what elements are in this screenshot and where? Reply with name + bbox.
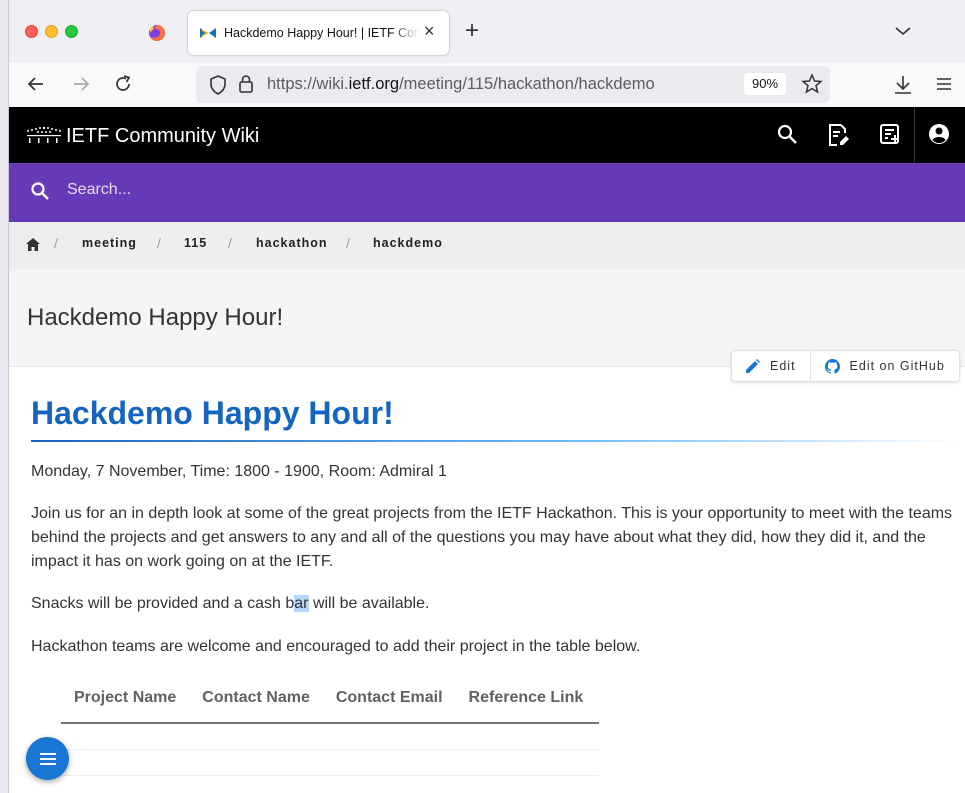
projects-table: Project Name Contact Name Contact Email … — [61, 684, 599, 776]
forward-arrow-icon[interactable] — [71, 74, 91, 94]
edit-page-icon[interactable] — [827, 123, 849, 147]
download-icon[interactable] — [893, 74, 913, 96]
firefox-icon[interactable] — [148, 24, 166, 42]
table-row — [61, 750, 599, 776]
tab-title: Hackdemo Happy Hour! | IETF Community Wi… — [224, 26, 420, 40]
edit-button[interactable]: Edit — [732, 351, 810, 381]
table-of-contents-button[interactable] — [26, 737, 69, 780]
edit-actions: Edit Edit on GitHub — [731, 350, 960, 382]
table-header: Project Name Contact Name Contact Email … — [61, 684, 599, 724]
article-content: Hackdemo Happy Hour! Monday, 7 November,… — [31, 395, 961, 659]
selected-text: ar — [294, 595, 309, 612]
search-icon — [31, 182, 49, 200]
account-icon[interactable] — [928, 123, 950, 145]
ietf-logo-icon[interactable] — [24, 126, 64, 144]
schedule-text: Monday, 7 November, Time: 1800 - 1900, R… — [31, 463, 447, 480]
url-prefix: https://wiki. — [267, 75, 349, 93]
site-header: IETF Community Wiki — [9, 107, 965, 163]
url-domain: ietf.org — [348, 75, 400, 93]
active-tab[interactable]: Hackdemo Happy Hour! | IETF Community Wi… — [188, 11, 449, 55]
column-header-reference-link: Reference Link — [468, 689, 584, 706]
breadcrumb-separator: / — [346, 235, 350, 251]
breadcrumb-item-meeting[interactable]: meeting — [82, 236, 137, 250]
table-row — [61, 724, 599, 750]
breadcrumb-separator: / — [228, 235, 232, 251]
breadcrumb-item-115[interactable]: 115 — [184, 236, 207, 250]
search-bar — [9, 163, 965, 222]
bookmark-star-icon[interactable] — [801, 73, 823, 95]
breadcrumb-item-hackdemo[interactable]: hackdemo — [373, 236, 443, 250]
list-menu-icon — [39, 752, 56, 765]
reload-icon[interactable] — [113, 74, 133, 94]
url-path: /meeting/115/hackathon/hackdemo — [399, 75, 655, 93]
snacks-paragraph: Snacks will be provided and a cash bar w… — [31, 592, 961, 616]
column-header-project-name: Project Name — [74, 689, 177, 706]
page-title: Hackdemo Happy Hour! — [27, 304, 284, 331]
zoom-level-button[interactable]: 90% — [744, 73, 786, 95]
zoom-window-button[interactable] — [65, 25, 78, 38]
article-heading: Hackdemo Happy Hour! — [31, 395, 394, 431]
minimize-window-button[interactable] — [45, 25, 58, 38]
site-title[interactable]: IETF Community Wiki — [66, 125, 259, 148]
edit-on-github-button[interactable]: Edit on GitHub — [809, 351, 959, 381]
menu-icon[interactable] — [936, 77, 952, 91]
shield-icon[interactable] — [209, 75, 227, 95]
navigation-bar: https://wiki.ietf.org/meeting/115/hackat… — [9, 63, 965, 107]
new-page-icon[interactable] — [879, 123, 901, 145]
close-window-button[interactable] — [25, 25, 38, 38]
breadcrumb: / meeting / 115 / hackathon / hackdemo — [9, 222, 965, 270]
back-arrow-icon[interactable] — [26, 74, 46, 94]
home-icon[interactable] — [26, 238, 40, 251]
new-tab-icon[interactable]: + — [465, 17, 479, 45]
heading-underline — [31, 440, 961, 442]
snacks-text-before: Snacks will be provided and a cash b — [31, 595, 295, 612]
breadcrumb-separator: / — [157, 235, 161, 251]
edit-on-github-label: Edit on GitHub — [849, 359, 945, 373]
breadcrumb-separator: / — [54, 235, 58, 251]
url-text[interactable]: https://wiki.ietf.org/meeting/115/hackat… — [267, 75, 655, 94]
pencil-icon — [746, 359, 760, 373]
chevron-down-icon[interactable] — [895, 26, 911, 36]
column-header-contact-name: Contact Name — [202, 689, 310, 706]
close-tab-icon[interactable]: × — [424, 21, 435, 42]
lock-icon[interactable] — [238, 74, 254, 94]
search-icon[interactable] — [776, 123, 798, 145]
search-input[interactable] — [65, 180, 469, 200]
ietf-favicon-icon — [200, 28, 216, 38]
github-icon — [824, 358, 840, 374]
edit-label: Edit — [770, 359, 796, 373]
url-bar[interactable]: https://wiki.ietf.org/meeting/115/hackat… — [196, 66, 830, 103]
header-divider — [914, 107, 915, 163]
breadcrumb-item-hackathon[interactable]: hackathon — [256, 236, 328, 250]
tab-strip: Hackdemo Happy Hour! | IETF Community Wi… — [9, 0, 965, 63]
column-header-contact-email: Contact Email — [335, 689, 443, 706]
teams-paragraph: Hackathon teams are welcome and encourag… — [31, 638, 641, 655]
browser-window: Hackdemo Happy Hour! | IETF Community Wi… — [8, 0, 965, 793]
intro-paragraph: Join us for an in depth look at some of … — [31, 505, 953, 570]
snacks-text-after: will be available. — [308, 595, 430, 612]
